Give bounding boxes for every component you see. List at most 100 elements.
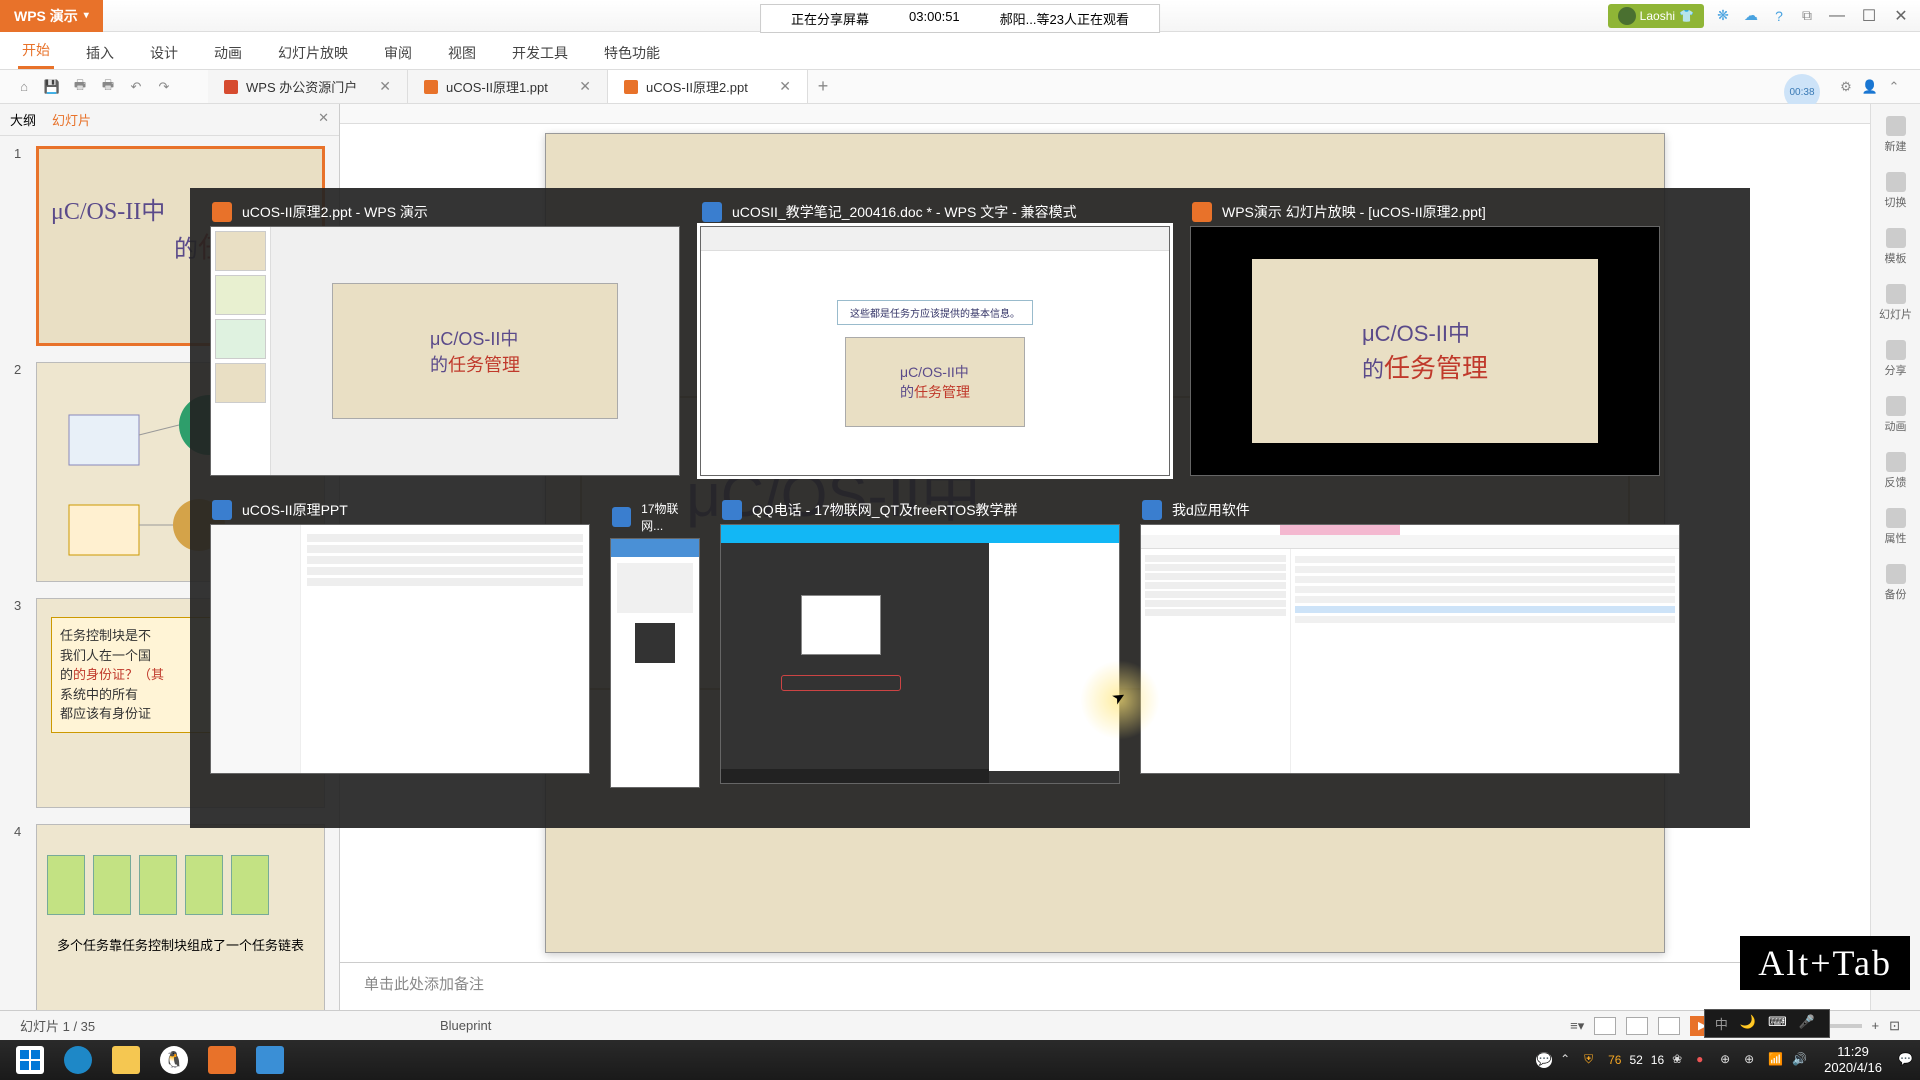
ribbon-tab-insert[interactable]: 插入 <box>82 37 118 69</box>
close-panel-icon[interactable]: ✕ <box>318 110 329 129</box>
reading-view-button[interactable] <box>1658 1017 1680 1035</box>
panel-label: 新建 <box>1885 138 1907 154</box>
doc-callout-text: 这些都是任务方应该提供的基本信息。 <box>837 300 1033 325</box>
keystroke-overlay: Alt+Tab <box>1740 936 1910 990</box>
tray-notifications-icon[interactable]: 💬 <box>1898 1052 1914 1068</box>
taskbar-wps-doc[interactable] <box>246 1040 294 1080</box>
panel-label: 幻灯片 <box>1879 306 1912 322</box>
collapse-ribbon-icon[interactable]: ⌃ <box>1883 76 1905 98</box>
switcher-title: 我d应用软件 <box>1172 500 1250 520</box>
switcher-window-wps-pres[interactable]: uCOS-II原理2.ppt - WPS 演示 μC/OS-II中的任务管理 <box>210 198 680 476</box>
app-name-badge[interactable]: WPS 演示 <box>0 0 103 32</box>
notes-pane[interactable]: 单击此处添加备注 <box>340 962 1870 1010</box>
tray-expand-icon[interactable]: ⌃ <box>1560 1052 1576 1068</box>
save-icon[interactable]: 💾 <box>41 76 63 98</box>
close-icon[interactable]: ✕ <box>379 78 391 95</box>
switcher-window-slideshow[interactable]: WPS演示 幻灯片放映 - [uCOS-II原理2.ppt] μC/OS-II中… <box>1190 198 1660 476</box>
tray-app-icon[interactable]: ❀ <box>1672 1052 1688 1068</box>
fit-icon[interactable]: ⊡ <box>1889 1018 1900 1034</box>
settings-icon[interactable]: ⚙ <box>1835 76 1857 98</box>
panel-switch[interactable]: 切换 <box>1885 172 1907 210</box>
system-clock[interactable]: 11:292020/4/16 <box>1824 1044 1882 1075</box>
switcher-window-qq-call[interactable]: QQ电话 - 17物联网_QT及freeRTOS教学群 <box>720 496 1120 788</box>
panel-props[interactable]: 属性 <box>1885 508 1907 546</box>
view-menu-icon[interactable]: ≡▾ <box>1570 1018 1584 1034</box>
start-button[interactable] <box>6 1040 54 1080</box>
close-icon[interactable]: ✕ <box>579 78 591 95</box>
undo-icon[interactable]: ↶ <box>125 76 147 98</box>
tray-chat-icon[interactable]: 💬 <box>1536 1052 1552 1068</box>
cloud-icon[interactable]: ☁ <box>1742 7 1760 25</box>
doc-tab-ppt1[interactable]: uCOS-II原理1.ppt✕ <box>408 70 608 103</box>
switcher-window-explorer-2[interactable]: 我d应用软件 <box>1140 496 1680 788</box>
app-name-label: WPS 演示 <box>14 6 78 26</box>
document-tabs: WPS 办公资源门户 ✕ uCOS-II原理1.ppt✕ uCOS-II原理2.p… <box>208 70 838 103</box>
new-icon <box>1886 116 1906 136</box>
panel-new[interactable]: 新建 <box>1885 116 1907 154</box>
taskbar-explorer[interactable] <box>102 1040 150 1080</box>
panel-share[interactable]: 分享 <box>1885 340 1907 378</box>
maximize-button[interactable]: ☐ <box>1858 5 1880 27</box>
tray-temp-2: 52 <box>1629 1053 1642 1067</box>
help-icon[interactable]: ? <box>1770 7 1788 25</box>
taskbar-edge[interactable] <box>54 1040 102 1080</box>
clock-date: 2020/4/16 <box>1824 1060 1882 1076</box>
panel-backup[interactable]: 备份 <box>1885 564 1907 602</box>
tray-net-icon[interactable]: ⊕ <box>1744 1052 1760 1068</box>
ribbon-tab-home[interactable]: 开始 <box>18 34 54 69</box>
redo-icon[interactable]: ↷ <box>153 76 175 98</box>
switcher-window-wps-doc[interactable]: uCOSII_教学笔记_200416.doc * - WPS 文字 - 兼容模式… <box>700 198 1170 476</box>
panel-feedback[interactable]: 反馈 <box>1885 452 1907 490</box>
panel-template[interactable]: 模板 <box>1885 228 1907 266</box>
ribbon-tab-slideshow[interactable]: 幻灯片放映 <box>274 37 352 69</box>
user-badge[interactable]: Laoshi👕 <box>1608 4 1704 28</box>
tray-record-icon[interactable]: ● <box>1696 1052 1712 1068</box>
sorter-view-button[interactable] <box>1626 1017 1648 1035</box>
home-icon[interactable]: ⌂ <box>13 76 35 98</box>
normal-view-button[interactable] <box>1594 1017 1616 1035</box>
qq-icon <box>722 500 742 520</box>
tray-shield-icon[interactable]: ⛨ <box>1584 1052 1600 1068</box>
print-preview-icon[interactable]: 🖶 <box>97 76 119 98</box>
panel-label: 反馈 <box>1885 474 1907 490</box>
share-status-label: 正在分享屏幕 <box>791 9 869 28</box>
tray-bt-icon[interactable]: ⊕ <box>1720 1052 1736 1068</box>
ribbon-tab-devtools[interactable]: 开发工具 <box>508 37 572 69</box>
doc-tab-ppt2[interactable]: uCOS-II原理2.ppt✕ <box>608 70 808 103</box>
doc-tab-label: WPS 办公资源门户 <box>246 77 357 96</box>
clock-time: 11:29 <box>1824 1044 1882 1060</box>
mini-thumbnails <box>211 227 271 475</box>
skin-icon[interactable]: 👤 <box>1859 76 1881 98</box>
minimize-button[interactable]: — <box>1826 5 1848 27</box>
panel-label: 切换 <box>1885 194 1907 210</box>
outline-tab[interactable]: 大纲 <box>10 110 36 129</box>
panel-slides[interactable]: 幻灯片 <box>1879 284 1912 322</box>
close-button[interactable]: ✕ <box>1890 5 1912 27</box>
taskbar-wps-pres[interactable] <box>198 1040 246 1080</box>
slide-thumb-4[interactable]: 4 多个任务靠任务控制块组成了一个任务链表 <box>14 824 325 1010</box>
app-icon <box>612 507 631 527</box>
ribbon-tab-features[interactable]: 特色功能 <box>600 37 664 69</box>
print-icon[interactable]: 🖶 <box>69 76 91 98</box>
doc-tab-portal[interactable]: WPS 办公资源门户 ✕ <box>208 70 408 103</box>
switcher-title: uCOS-II原理2.ppt - WPS 演示 <box>242 202 428 222</box>
wps-pres-icon <box>212 202 232 222</box>
gift-icon[interactable]: ❋ <box>1714 7 1732 25</box>
close-icon[interactable]: ✕ <box>779 78 791 95</box>
switcher-window-explorer-1[interactable]: uCOS-II原理PPT <box>210 496 590 788</box>
add-tab-button[interactable]: + <box>808 70 838 103</box>
tray-volume-icon[interactable]: 🔊 <box>1792 1052 1808 1068</box>
tray-wifi-icon[interactable]: 📶 <box>1768 1052 1784 1068</box>
switcher-window-wechat[interactable]: 17物联网... <box>610 496 700 788</box>
taskbar-qq[interactable]: 🐧 <box>150 1040 198 1080</box>
ribbon-tab-review[interactable]: 审阅 <box>380 37 416 69</box>
window-mode-icon[interactable]: ⧉ <box>1798 7 1816 25</box>
ribbon-tab-design[interactable]: 设计 <box>146 37 182 69</box>
ribbon-tab-animation[interactable]: 动画 <box>210 37 246 69</box>
zoom-in-icon[interactable]: + <box>1872 1018 1880 1033</box>
ribbon-tab-view[interactable]: 视图 <box>444 37 480 69</box>
slides-tab[interactable]: 幻灯片 <box>52 110 91 129</box>
switcher-title: QQ电话 - 17物联网_QT及freeRTOS教学群 <box>752 500 1018 520</box>
panel-animation[interactable]: 动画 <box>1885 396 1907 434</box>
wps-pres-icon <box>1192 202 1212 222</box>
